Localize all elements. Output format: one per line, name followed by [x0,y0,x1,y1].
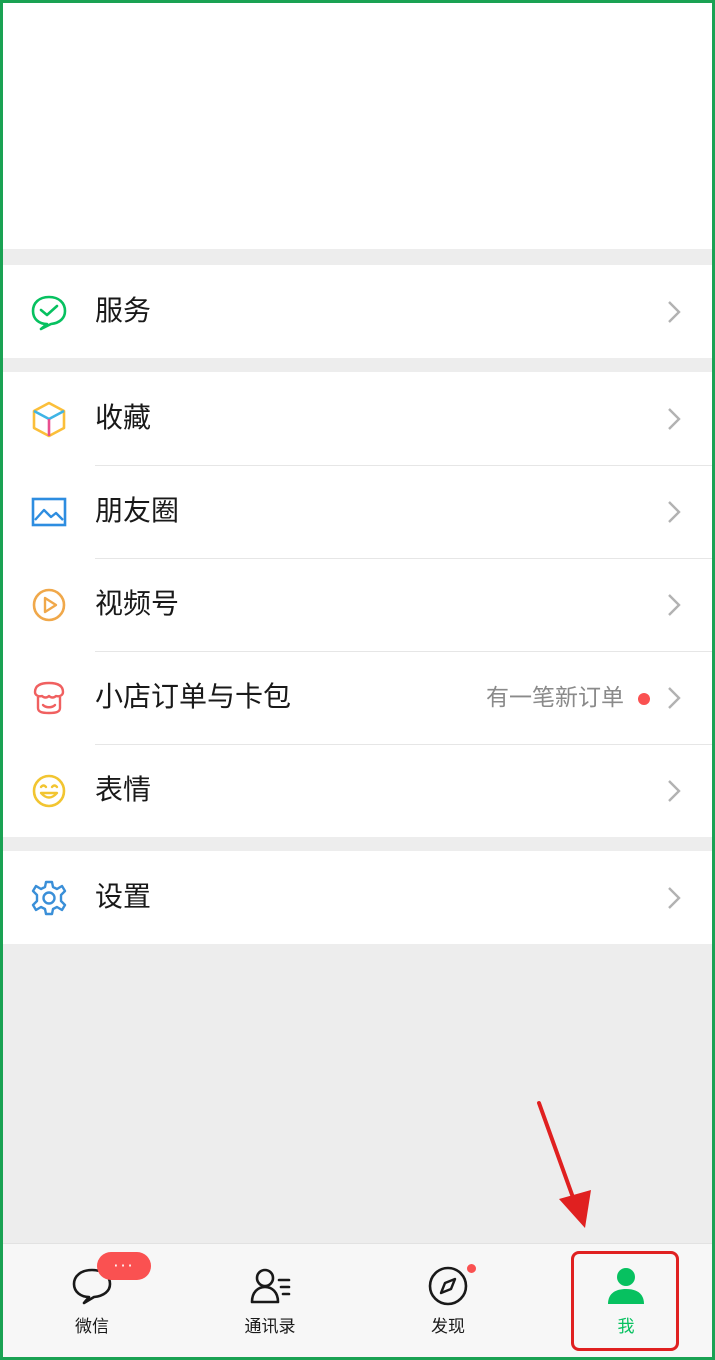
menu-group-main: 收藏 朋友圈 视频号 小店订单与卡包 有一笔新订单 表情 [3,372,712,837]
tab-discover-label: 发现 [431,1317,465,1337]
menu-item-favorites-label: 收藏 [95,401,152,434]
menu-group-service: 服务 [3,265,712,358]
gear-icon [29,878,69,918]
tab-discover[interactable]: 发现 [359,1244,537,1357]
screen-frame: 服务 收藏 朋友圈 视频号 小店订单与卡包 有一笔新订单 表情 设置 ··· 微… [0,0,715,1360]
new-order-hint: 有一笔新订单 [486,685,624,711]
favorites-icon [29,399,69,439]
chevron-right-icon [668,687,681,709]
menu-item-service[interactable]: 服务 [3,265,712,358]
menu-item-shop-orders[interactable]: 小店订单与卡包 有一笔新订单 [3,651,712,744]
tab-contacts-label: 通讯录 [244,1317,296,1337]
channels-icon [29,585,69,625]
menu-item-favorites[interactable]: 收藏 [3,372,712,465]
profile-header[interactable] [3,3,712,249]
chevron-right-icon [668,594,681,616]
menu-item-channels-label: 视频号 [95,587,180,620]
moments-icon [29,492,69,532]
menu-item-moments-label: 朋友圈 [95,494,180,527]
contacts-icon [250,1268,291,1304]
chevron-right-icon [668,301,681,323]
chevron-right-icon [668,780,681,802]
discover-notification-dot [465,1262,478,1275]
menu-item-channels[interactable]: 视频号 [3,558,712,651]
tab-contacts[interactable]: 通讯录 [181,1244,359,1357]
chevron-right-icon [668,501,681,523]
menu-group-settings: 设置 [3,851,712,944]
menu-item-stickers-label: 表情 [95,773,152,806]
compass-icon [428,1266,468,1306]
chevron-right-icon [668,408,681,430]
unread-badge: ··· [97,1252,151,1280]
annotation-arrow-icon [537,1101,591,1228]
service-icon [29,292,69,332]
menu-item-moments[interactable]: 朋友圈 [3,465,712,558]
menu-item-service-label: 服务 [95,294,152,327]
menu-item-settings[interactable]: 设置 [3,851,712,944]
annotation-highlight-box [571,1251,679,1351]
menu-item-stickers[interactable]: 表情 [3,744,712,837]
chevron-right-icon [668,887,681,909]
shop-icon [29,678,69,718]
stickers-icon [29,771,69,811]
tab-chats[interactable]: ··· 微信 [3,1244,181,1357]
notification-dot [638,693,650,705]
menu-item-settings-label: 设置 [95,880,152,913]
menu-item-shop-orders-label: 小店订单与卡包 [95,680,292,713]
tab-chats-label: 微信 [75,1317,109,1337]
